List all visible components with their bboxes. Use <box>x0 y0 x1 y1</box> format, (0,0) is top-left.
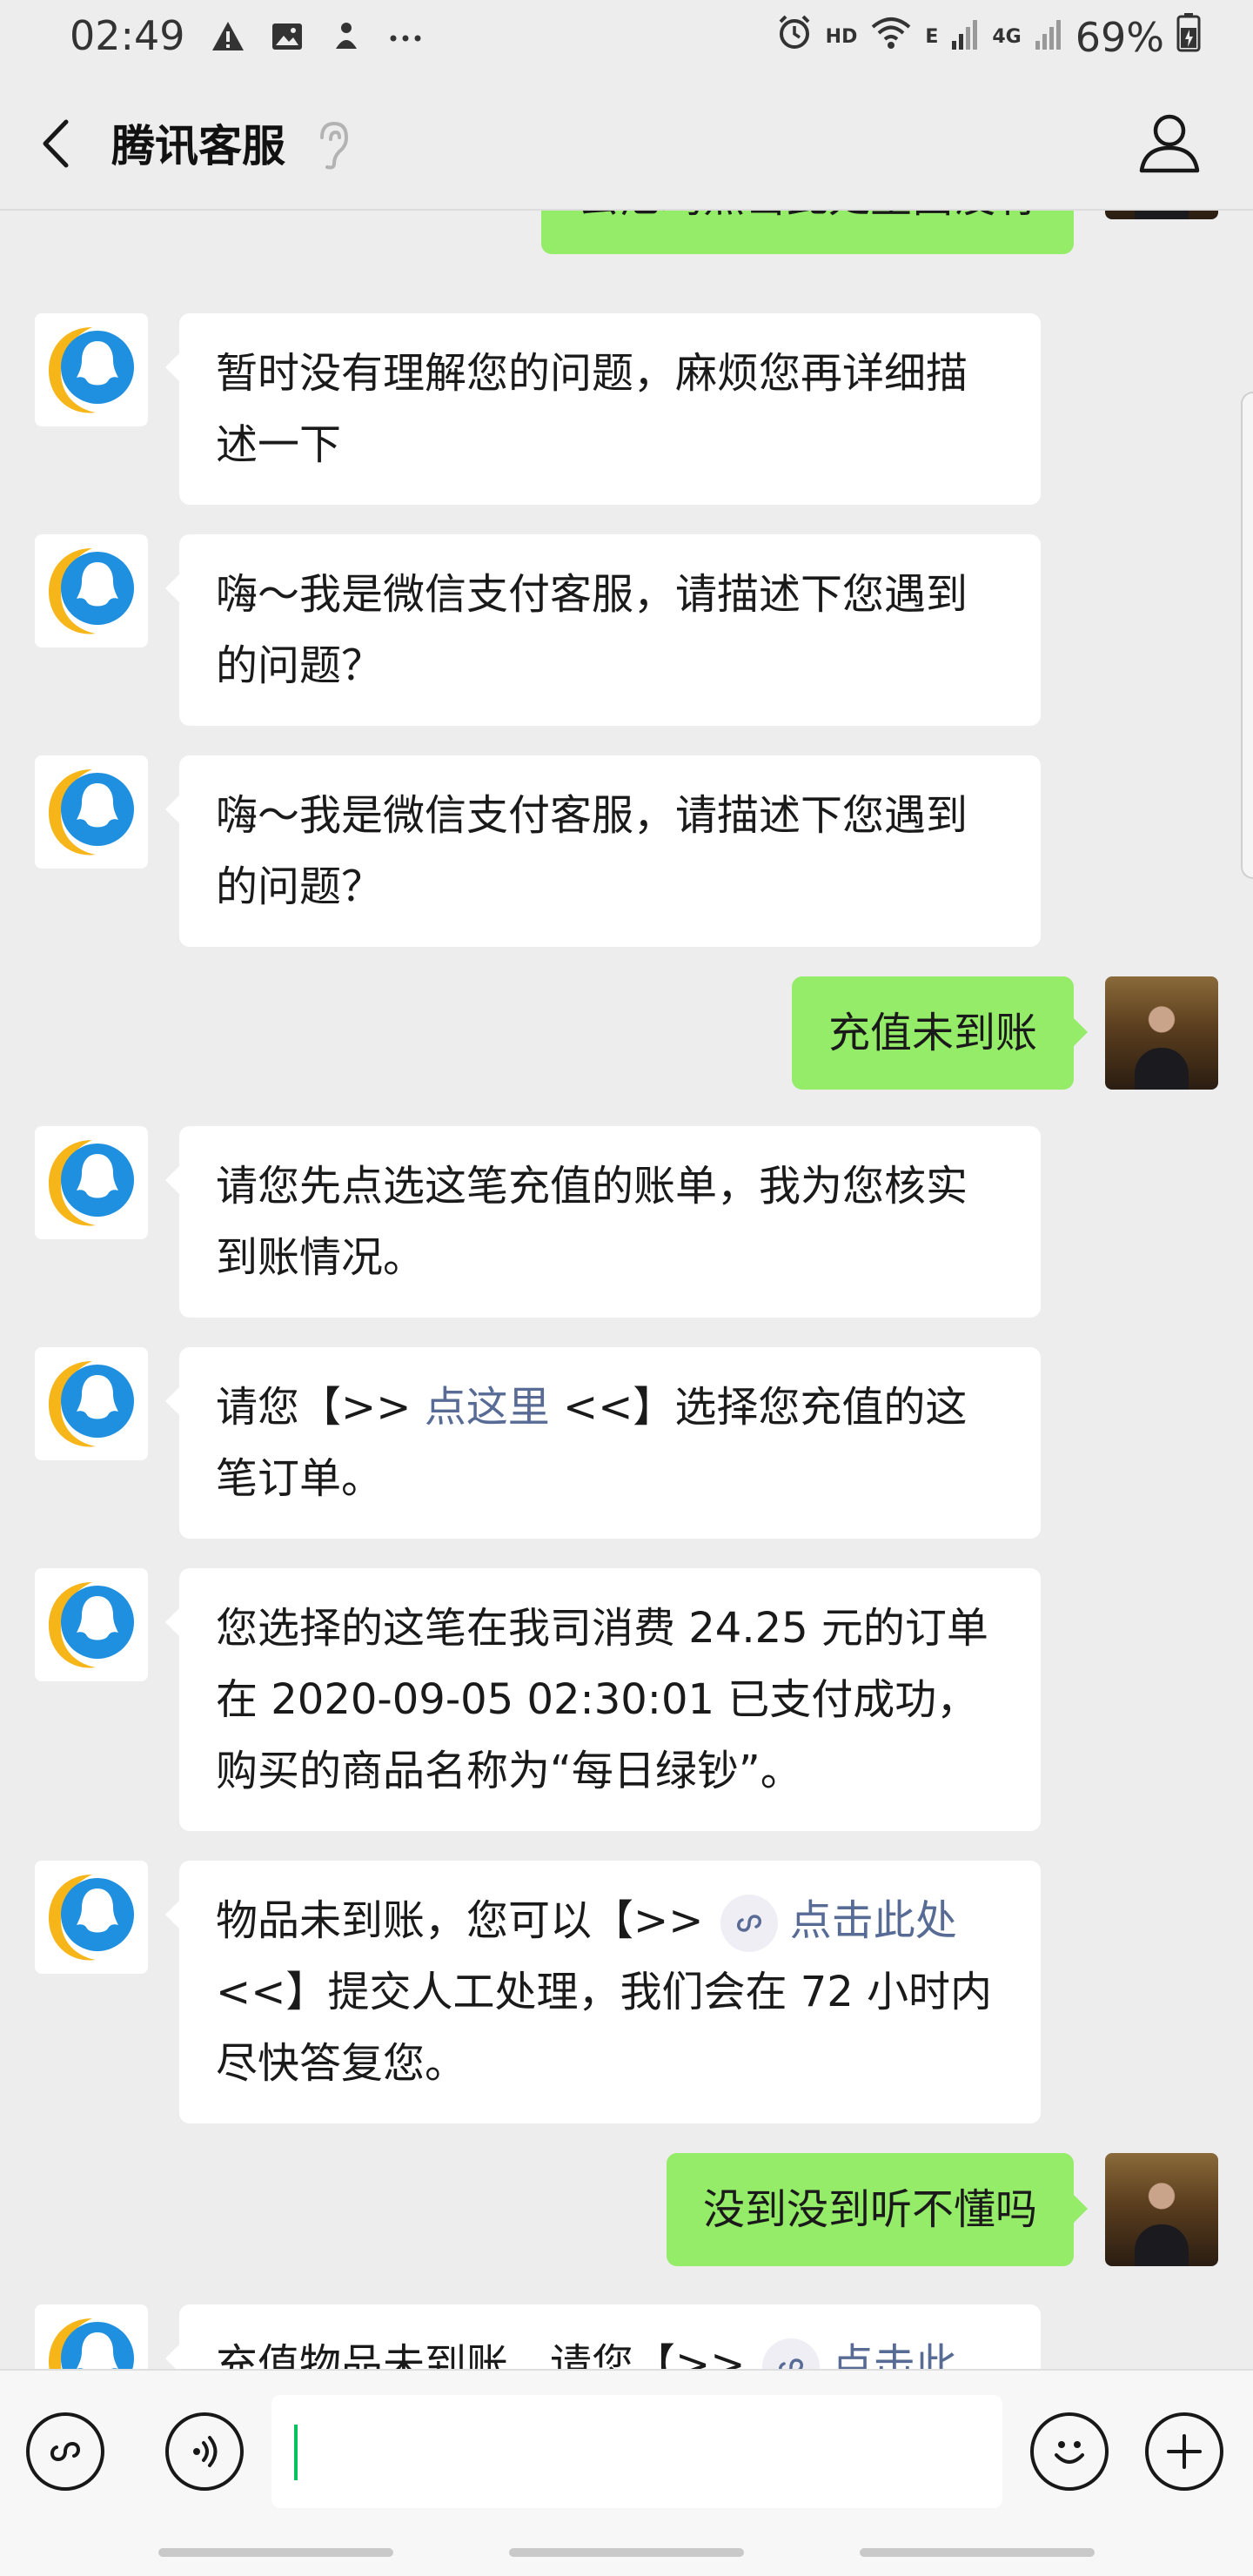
click-here-link[interactable]: 点击此处 <box>790 1896 957 1945</box>
tencent-service-logo-icon <box>49 327 134 413</box>
battery-icon <box>1176 12 1201 62</box>
tencent-service-logo-icon <box>49 1361 134 1447</box>
bot-avatar[interactable] <box>35 313 148 426</box>
signal-icon <box>950 14 980 61</box>
tencent-service-logo-icon <box>49 2318 134 2369</box>
alarm-icon <box>775 13 814 61</box>
bot-message-bubble[interactable]: 请您先点选这笔充值的账单，我为您核实到账情况。 <box>165 1126 1041 1318</box>
user-message-bubble[interactable]: 没到没到听不懂吗 <box>666 2153 1089 2266</box>
status-time: 02:49 <box>70 12 185 59</box>
message-text: 嗨～我是微信支付客服，请描述下您遇到的问题？ <box>216 791 968 911</box>
tencent-service-logo-icon <box>49 548 134 634</box>
message-list[interactable]: 去尼玛点击此处里面没有 暂时没有理解您的问题，麻烦您再详细描述一下 嗨～我是微信… <box>0 211 1253 2369</box>
user-avatar[interactable] <box>1105 2153 1218 2266</box>
bot-avatar[interactable] <box>35 1568 148 1681</box>
emoji-button[interactable] <box>1030 2412 1109 2491</box>
message-text: 没到没到听不懂吗 <box>702 2185 1037 2234</box>
back-button[interactable] <box>31 113 84 174</box>
bot-message-bubble[interactable]: 暂时没有理解您的问题，麻烦您再详细描述一下 <box>165 313 1041 505</box>
profile-button[interactable] <box>1135 108 1204 178</box>
bot-message-bubble[interactable]: 嗨～我是微信支付客服，请描述下您遇到的问题？ <box>165 755 1041 947</box>
message-text-prefix: 请您【>> <box>216 1383 425 1432</box>
tencent-service-logo-icon <box>49 769 134 855</box>
bot-avatar[interactable] <box>35 755 148 869</box>
plus-icon <box>1167 2434 1202 2469</box>
add-button[interactable] <box>1145 2412 1223 2491</box>
ear-icon <box>313 118 352 171</box>
4g-indicator: 4G <box>992 26 1022 48</box>
message-text-prefix: 物品未到账，您可以【>> <box>216 1896 717 1945</box>
bot-message-bubble[interactable]: 物品未到账，您可以【>> 点击此处 <<】提交人工处理，我们会在 72 小时内尽… <box>165 1861 1041 2123</box>
signal-icon-2 <box>1034 14 1063 61</box>
tencent-service-logo-icon <box>49 1582 134 1668</box>
nav-back-button[interactable] <box>860 2548 1095 2557</box>
chat-title: 腾讯客服 <box>111 121 285 171</box>
bot-message-bubble[interactable]: 您选择的这笔在我司消费 24.25 元的订单在 2020-09-05 02:30… <box>165 1568 1041 1831</box>
system-indicators: HD E 4G 69% <box>775 12 1201 62</box>
link-icon <box>50 2442 80 2461</box>
click-here-link[interactable]: 点这里 <box>425 1383 550 1432</box>
system-nav-bar <box>0 2534 1253 2576</box>
wifi-icon <box>869 13 913 61</box>
nav-recent-button[interactable] <box>158 2548 393 2557</box>
message-text: 请您先点选这笔充值的账单，我为您核实到账情况。 <box>216 1162 968 1282</box>
voice-icon <box>193 2436 218 2467</box>
user-message-bubble[interactable]: 充值未到账 <box>791 976 1089 1090</box>
bot-avatar[interactable] <box>35 1126 148 1239</box>
image-icon <box>268 17 306 56</box>
input-bar <box>0 2369 1253 2534</box>
bot-avatar[interactable] <box>35 1347 148 1460</box>
user-avatar[interactable] <box>1105 211 1218 219</box>
message-text: 您选择的这笔在我司消费 24.25 元的订单在 2020-09-05 02:30… <box>216 1604 988 1795</box>
click-here-link[interactable]: 点击此 <box>832 2340 957 2369</box>
user-message-bubble[interactable]: 去尼玛点击此处里面没有 <box>540 211 1074 254</box>
message-text: 充值未到账 <box>828 1009 1037 1057</box>
status-bar: 02:49 HD E 4G 69% <box>0 0 1253 75</box>
bot-message-bubble[interactable]: 嗨～我是微信支付客服，请描述下您遇到的问题？ <box>165 534 1041 726</box>
tencent-service-logo-icon <box>49 1875 134 1961</box>
message-text-suffix: <<】提交人工处理，我们会在 72 小时内尽快答复您。 <box>216 1968 993 2088</box>
mini-program-button[interactable] <box>26 2412 104 2491</box>
bot-avatar[interactable] <box>35 2304 148 2369</box>
tencent-service-logo-icon <box>49 1140 134 1226</box>
chat-header: 腾讯客服 <box>0 75 1253 211</box>
notification-icons <box>209 17 425 56</box>
app-notification-icon <box>327 17 365 56</box>
hd-indicator: HD <box>825 26 858 48</box>
message-text: 暂时没有理解您的问题，麻烦您再详细描述一下 <box>216 349 968 469</box>
emoji-icon <box>1055 2441 1084 2464</box>
chevron-left-icon <box>43 119 69 168</box>
warning-icon <box>209 17 247 56</box>
bot-message-bubble[interactable]: 充值物品未到账，请您【>> 点击此 <box>165 2304 1041 2369</box>
bot-message-bubble[interactable]: 请您【>> 点这里 <<】选择您充值的这笔订单。 <box>165 1347 1041 1539</box>
user-avatar[interactable] <box>1105 976 1218 1090</box>
person-icon <box>1139 114 1200 173</box>
bot-avatar[interactable] <box>35 1861 148 1974</box>
nav-home-button[interactable] <box>509 2548 744 2557</box>
message-text-prefix: 充值物品未到账，请您【>> <box>216 2340 759 2369</box>
e-network-indicator: E <box>925 26 939 48</box>
message-input[interactable] <box>271 2395 1002 2508</box>
more-notifications-icon <box>386 17 425 56</box>
link-icon <box>720 1895 778 1952</box>
battery-percent: 69% <box>1075 13 1164 61</box>
link-icon <box>761 2338 820 2369</box>
voice-button[interactable] <box>165 2412 244 2491</box>
scroll-indicator[interactable] <box>1241 392 1253 879</box>
bot-avatar[interactable] <box>35 534 148 647</box>
message-text: 去尼玛点击此处里面没有 <box>578 211 1037 222</box>
text-cursor <box>294 2425 298 2480</box>
message-text: 嗨～我是微信支付客服，请描述下您遇到的问题？ <box>216 570 968 690</box>
